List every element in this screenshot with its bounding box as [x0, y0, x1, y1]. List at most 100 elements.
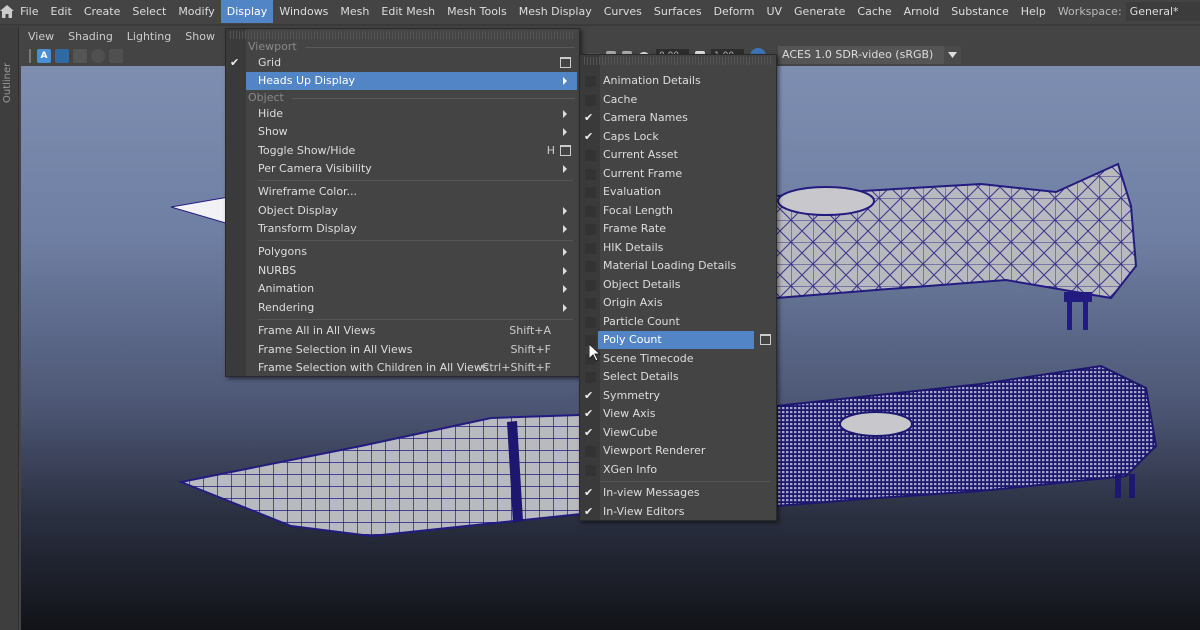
hud-item-caps-lock[interactable]: Caps Lock: [598, 128, 754, 146]
hud-item-in-view-messages[interactable]: In-view Messages: [598, 484, 754, 502]
hud-item-origin-axis[interactable]: Origin Axis: [598, 294, 754, 312]
hud-item-focal-length[interactable]: Focal Length: [598, 202, 754, 220]
menu-item-object-display[interactable]: Object Display: [246, 202, 577, 220]
workspace-label: Workspace:: [1057, 5, 1122, 18]
menu-mesh-tools[interactable]: Mesh Tools: [441, 0, 513, 23]
menu-item-heads-up-display[interactable]: Heads Up Display: [246, 72, 577, 90]
outliner-tab-label[interactable]: Outliner: [2, 63, 13, 103]
menu-arnold[interactable]: Arnold: [898, 0, 946, 23]
bookmark-icon[interactable]: [73, 49, 87, 63]
check-icon: ✔: [584, 389, 594, 402]
panel-menu-show[interactable]: Show: [178, 30, 222, 43]
menu-item-label: Grid: [258, 56, 282, 69]
menu-item-label: HIK Details: [603, 241, 664, 254]
hud-item-cache[interactable]: Cache: [598, 91, 754, 109]
menu-file[interactable]: File: [14, 0, 44, 23]
menu-deform[interactable]: Deform: [708, 0, 761, 23]
menu-item-frame-selection[interactable]: Frame Selection in All Views Shift+F: [246, 341, 577, 359]
hud-item-symmetry[interactable]: Symmetry: [598, 387, 754, 405]
unchecked-box-icon: [585, 76, 596, 87]
menu-create[interactable]: Create: [78, 0, 127, 23]
menu-help[interactable]: Help: [1015, 0, 1052, 23]
menu-item-transform-display[interactable]: Transform Display: [246, 220, 577, 238]
home-icon[interactable]: [0, 0, 15, 23]
hud-item-material-loading-details[interactable]: Material Loading Details: [598, 257, 754, 275]
menu-generate[interactable]: Generate: [788, 0, 851, 23]
hud-item-current-asset[interactable]: Current Asset: [598, 146, 754, 164]
option-box-icon[interactable]: [760, 334, 771, 345]
hud-item-view-axis[interactable]: View Axis: [598, 405, 754, 423]
panel-menu-shading[interactable]: Shading: [61, 30, 120, 43]
image-plane-icon[interactable]: [91, 49, 105, 63]
hud-item-object-details[interactable]: Object Details: [598, 276, 754, 294]
submenu-arrow-icon: [563, 207, 567, 215]
menu-substance[interactable]: Substance: [945, 0, 1015, 23]
menu-display[interactable]: Display: [220, 0, 274, 23]
menu-item-grid[interactable]: Grid: [246, 54, 577, 72]
hud-item-evaluation[interactable]: Evaluation: [598, 183, 754, 201]
tearoff-handle[interactable]: [230, 31, 575, 39]
hud-item-scene-timecode[interactable]: Scene Timecode: [598, 350, 754, 368]
menu-item-frame-all[interactable]: Frame All in All Views Shift+A: [246, 322, 577, 340]
menu-modify[interactable]: Modify: [172, 0, 220, 23]
menu-select[interactable]: Select: [126, 0, 172, 23]
menu-item-label: XGen Info: [603, 463, 658, 476]
menu-edit-mesh[interactable]: Edit Mesh: [375, 0, 441, 23]
hud-item-current-frame[interactable]: Current Frame: [598, 165, 754, 183]
section-object: Object: [246, 91, 575, 105]
select-camera-icon[interactable]: A: [37, 49, 51, 63]
menu-mesh-display[interactable]: Mesh Display: [513, 0, 598, 23]
option-box-icon[interactable]: [560, 145, 571, 156]
menu-item-wireframe-color[interactable]: Wireframe Color...: [246, 183, 577, 201]
workspace-dropdown[interactable]: General*: [1125, 2, 1200, 21]
hud-item-poly-count[interactable]: Poly Count: [598, 331, 754, 349]
frame-icon[interactable]: [55, 49, 69, 63]
hud-item-viewport-renderer[interactable]: Viewport Renderer: [598, 442, 754, 460]
hud-item-select-details[interactable]: Select Details: [598, 368, 754, 386]
menu-item-polygons[interactable]: Polygons: [246, 243, 577, 261]
hud-item-viewcube[interactable]: ViewCube: [598, 424, 754, 442]
panel-menu-view[interactable]: View: [21, 30, 61, 43]
menu-item-label: Transform Display: [258, 222, 357, 235]
menu-item-show[interactable]: Show: [246, 123, 577, 141]
menu-item-nurbs[interactable]: NURBS: [246, 262, 577, 280]
handle-highpoly-mesh[interactable]: [775, 364, 1158, 508]
menu-item-hide[interactable]: Hide: [246, 105, 577, 123]
panel-menu-lighting[interactable]: Lighting: [120, 30, 178, 43]
menu-uv[interactable]: UV: [760, 0, 788, 23]
hud-item-animation-details[interactable]: Animation Details: [598, 72, 754, 90]
menubar-divider: [0, 24, 1200, 26]
menu-edit[interactable]: Edit: [45, 0, 78, 23]
outliner-strip[interactable]: Outliner: [0, 27, 19, 630]
hud-item-hik-details[interactable]: HIK Details: [598, 239, 754, 257]
menu-divider: [600, 481, 770, 482]
handle-lowpoly-mesh[interactable]: [775, 162, 1138, 330]
menu-item-label: Wireframe Color...: [258, 185, 358, 198]
check-column: [226, 29, 246, 376]
menu-cache[interactable]: Cache: [851, 0, 897, 23]
menu-mesh[interactable]: Mesh: [334, 0, 375, 23]
menu-item-toggle-show-hide[interactable]: Toggle Show/Hide H: [246, 142, 577, 160]
hud-item-camera-names[interactable]: Camera Names: [598, 109, 754, 127]
hud-item-frame-rate[interactable]: Frame Rate: [598, 220, 754, 238]
menu-item-label: View Axis: [603, 407, 656, 420]
menu-windows[interactable]: Windows: [273, 0, 334, 23]
hud-item-xgen-info[interactable]: XGen Info: [598, 461, 754, 479]
menu-curves[interactable]: Curves: [598, 0, 648, 23]
menu-item-rendering[interactable]: Rendering: [246, 299, 577, 317]
menu-item-frame-selection-children[interactable]: Frame Selection with Children in All Vie…: [246, 359, 577, 377]
menu-item-per-camera-visibility[interactable]: Per Camera Visibility: [246, 160, 577, 178]
unchecked-box-icon: [585, 446, 596, 457]
hud-item-in-view-editors[interactable]: In-View Editors: [598, 503, 754, 521]
color-space-dropdown-arrow[interactable]: [944, 46, 961, 64]
hud-item-particle-count[interactable]: Particle Count: [598, 313, 754, 331]
color-space-dropdown[interactable]: ACES 1.0 SDR-video (sRGB): [778, 46, 961, 64]
unchecked-box-icon: [585, 150, 596, 161]
2d-pan-icon[interactable]: [109, 49, 123, 63]
hotkey-label: H: [546, 144, 555, 157]
menu-surfaces[interactable]: Surfaces: [648, 0, 708, 23]
menu-item-animation[interactable]: Animation: [246, 280, 577, 298]
tearoff-handle[interactable]: [584, 57, 772, 65]
unchecked-box-icon: [585, 187, 596, 198]
option-box-icon[interactable]: [560, 57, 571, 68]
